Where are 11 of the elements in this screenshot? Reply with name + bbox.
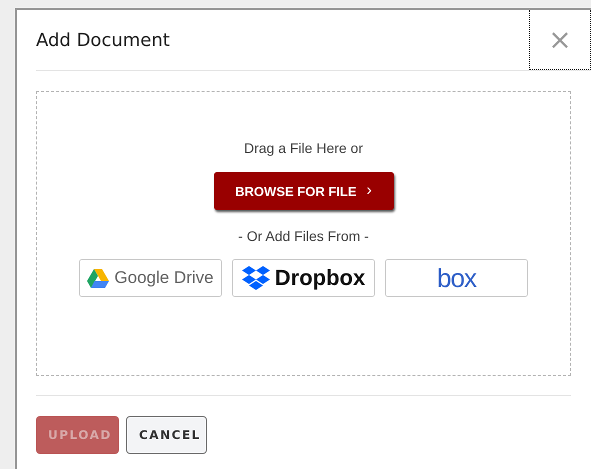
browse-button[interactable]: BROWSE FOR FILE › [214,172,394,210]
dropbox-icon [242,266,270,290]
triangle-icon [87,268,110,288]
alternative-label: - Or Add Files From - [238,228,369,244]
dialog-title: Add Document [36,30,171,50]
source-button[interactable]: box [385,259,528,297]
drop-zone[interactable]: Drag a File Here or BROWSE FOR FILE › - Or Add Files From - Google Drive Dropbox box [36,91,571,376]
source-button[interactable]: Google Drive [79,259,222,297]
drop-prompt: Drag a File Here or [244,140,364,156]
source-button[interactable]: Dropbox [232,259,375,297]
cancel-button[interactable]: CANCEL [126,416,207,454]
